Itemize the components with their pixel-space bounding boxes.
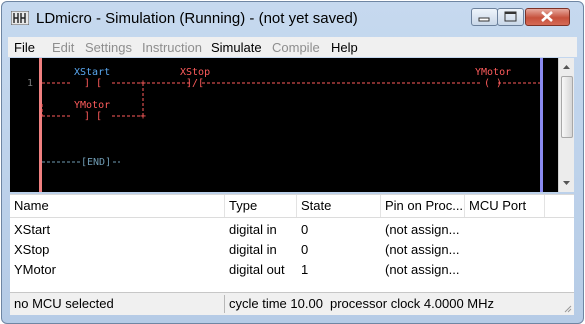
column-header-pin[interactable]: Pin on Proc... — [381, 195, 465, 217]
io-name: YMotor — [14, 262, 56, 277]
title-bar[interactable]: LDmicro - Simulation (Running) - (not ye… — [2, 2, 583, 34]
maximize-icon — [504, 11, 517, 22]
io-name: XStop — [14, 242, 50, 257]
ladder-vertical-scrollbar[interactable] — [558, 58, 574, 192]
io-pin: (not assign... — [385, 262, 460, 277]
junction-bottom: + — [140, 111, 146, 122]
left-power-rail — [39, 58, 42, 192]
menu-compile[interactable]: Compile — [272, 40, 320, 55]
app-window: LDmicro - Simulation (Running) - (not ye… — [1, 1, 584, 324]
contact-xstop[interactable]: ]/[ — [186, 78, 204, 89]
column-header-state[interactable]: State — [297, 195, 381, 217]
io-pin: (not assign... — [385, 222, 460, 237]
column-header-name[interactable]: Name — [10, 195, 225, 217]
scroll-up-icon[interactable] — [559, 60, 574, 74]
menu-simulate[interactable]: Simulate — [211, 40, 262, 55]
contact-xstart-label: XStart — [74, 67, 110, 78]
junction-top: + — [140, 78, 146, 89]
status-bar: no MCU selected cycle time 10.00 r proce… — [10, 292, 574, 315]
io-pin: (not assign... — [385, 242, 460, 257]
coil-ymotor[interactable]: ( ) — [484, 78, 502, 89]
io-list: Name Type State Pin on Proc... MCU Port … — [10, 194, 574, 292]
scroll-thumb[interactable] — [561, 76, 573, 138]
minimize-button[interactable] — [471, 8, 498, 26]
ldmicro-app-icon — [11, 11, 29, 25]
minimize-icon — [478, 17, 490, 22]
io-name: XStart — [14, 222, 51, 237]
right-power-rail — [540, 58, 543, 192]
column-header-port[interactable]: MCU Port — [465, 195, 545, 217]
resize-grip-icon[interactable] — [562, 303, 572, 313]
io-type: digital in — [229, 242, 277, 257]
close-button[interactable] — [525, 8, 570, 26]
contact-xstart[interactable]: ] [ — [84, 78, 102, 89]
io-type: digital out — [229, 262, 285, 277]
menu-edit[interactable]: Edit — [52, 40, 74, 55]
header-divider — [10, 217, 574, 218]
status-mcu: no MCU selected — [14, 296, 114, 311]
menu-settings[interactable]: Settings — [85, 40, 132, 55]
io-state: 0 — [301, 222, 309, 237]
scroll-down-icon[interactable] — [559, 176, 574, 190]
end-marker: [END] — [81, 157, 111, 168]
window-title: LDmicro - Simulation (Running) - (not ye… — [36, 10, 358, 27]
contact-xstop-label: XStop — [180, 67, 210, 78]
status-divider — [224, 295, 225, 313]
status-cycle-time: cycle time 10.00 r — [229, 296, 326, 311]
contact-ymotor[interactable]: ] [ — [84, 111, 102, 122]
ladder-diagram[interactable]: 1 + + XStart ] [ XStop ]/[ YMotor ( ) YM… — [10, 58, 566, 192]
coil-ymotor-label: YMotor — [475, 67, 511, 78]
menu-instruction[interactable]: Instruction — [142, 40, 202, 55]
contact-ymotor-label: YMotor — [74, 100, 110, 111]
io-state: 1 — [301, 262, 309, 277]
status-clock: processor clock 4.0000 MHz — [330, 296, 495, 311]
io-type: digital in — [229, 222, 277, 237]
menu-bar: File Edit Settings Instruction Simulate … — [8, 37, 577, 57]
io-state: 0 — [301, 242, 309, 257]
column-header-type[interactable]: Type — [225, 195, 297, 217]
menu-help[interactable]: Help — [331, 40, 358, 55]
maximize-button[interactable] — [497, 8, 524, 26]
close-icon — [541, 11, 553, 22]
rung-number: 1 — [27, 78, 33, 89]
menu-file[interactable]: File — [14, 40, 35, 55]
